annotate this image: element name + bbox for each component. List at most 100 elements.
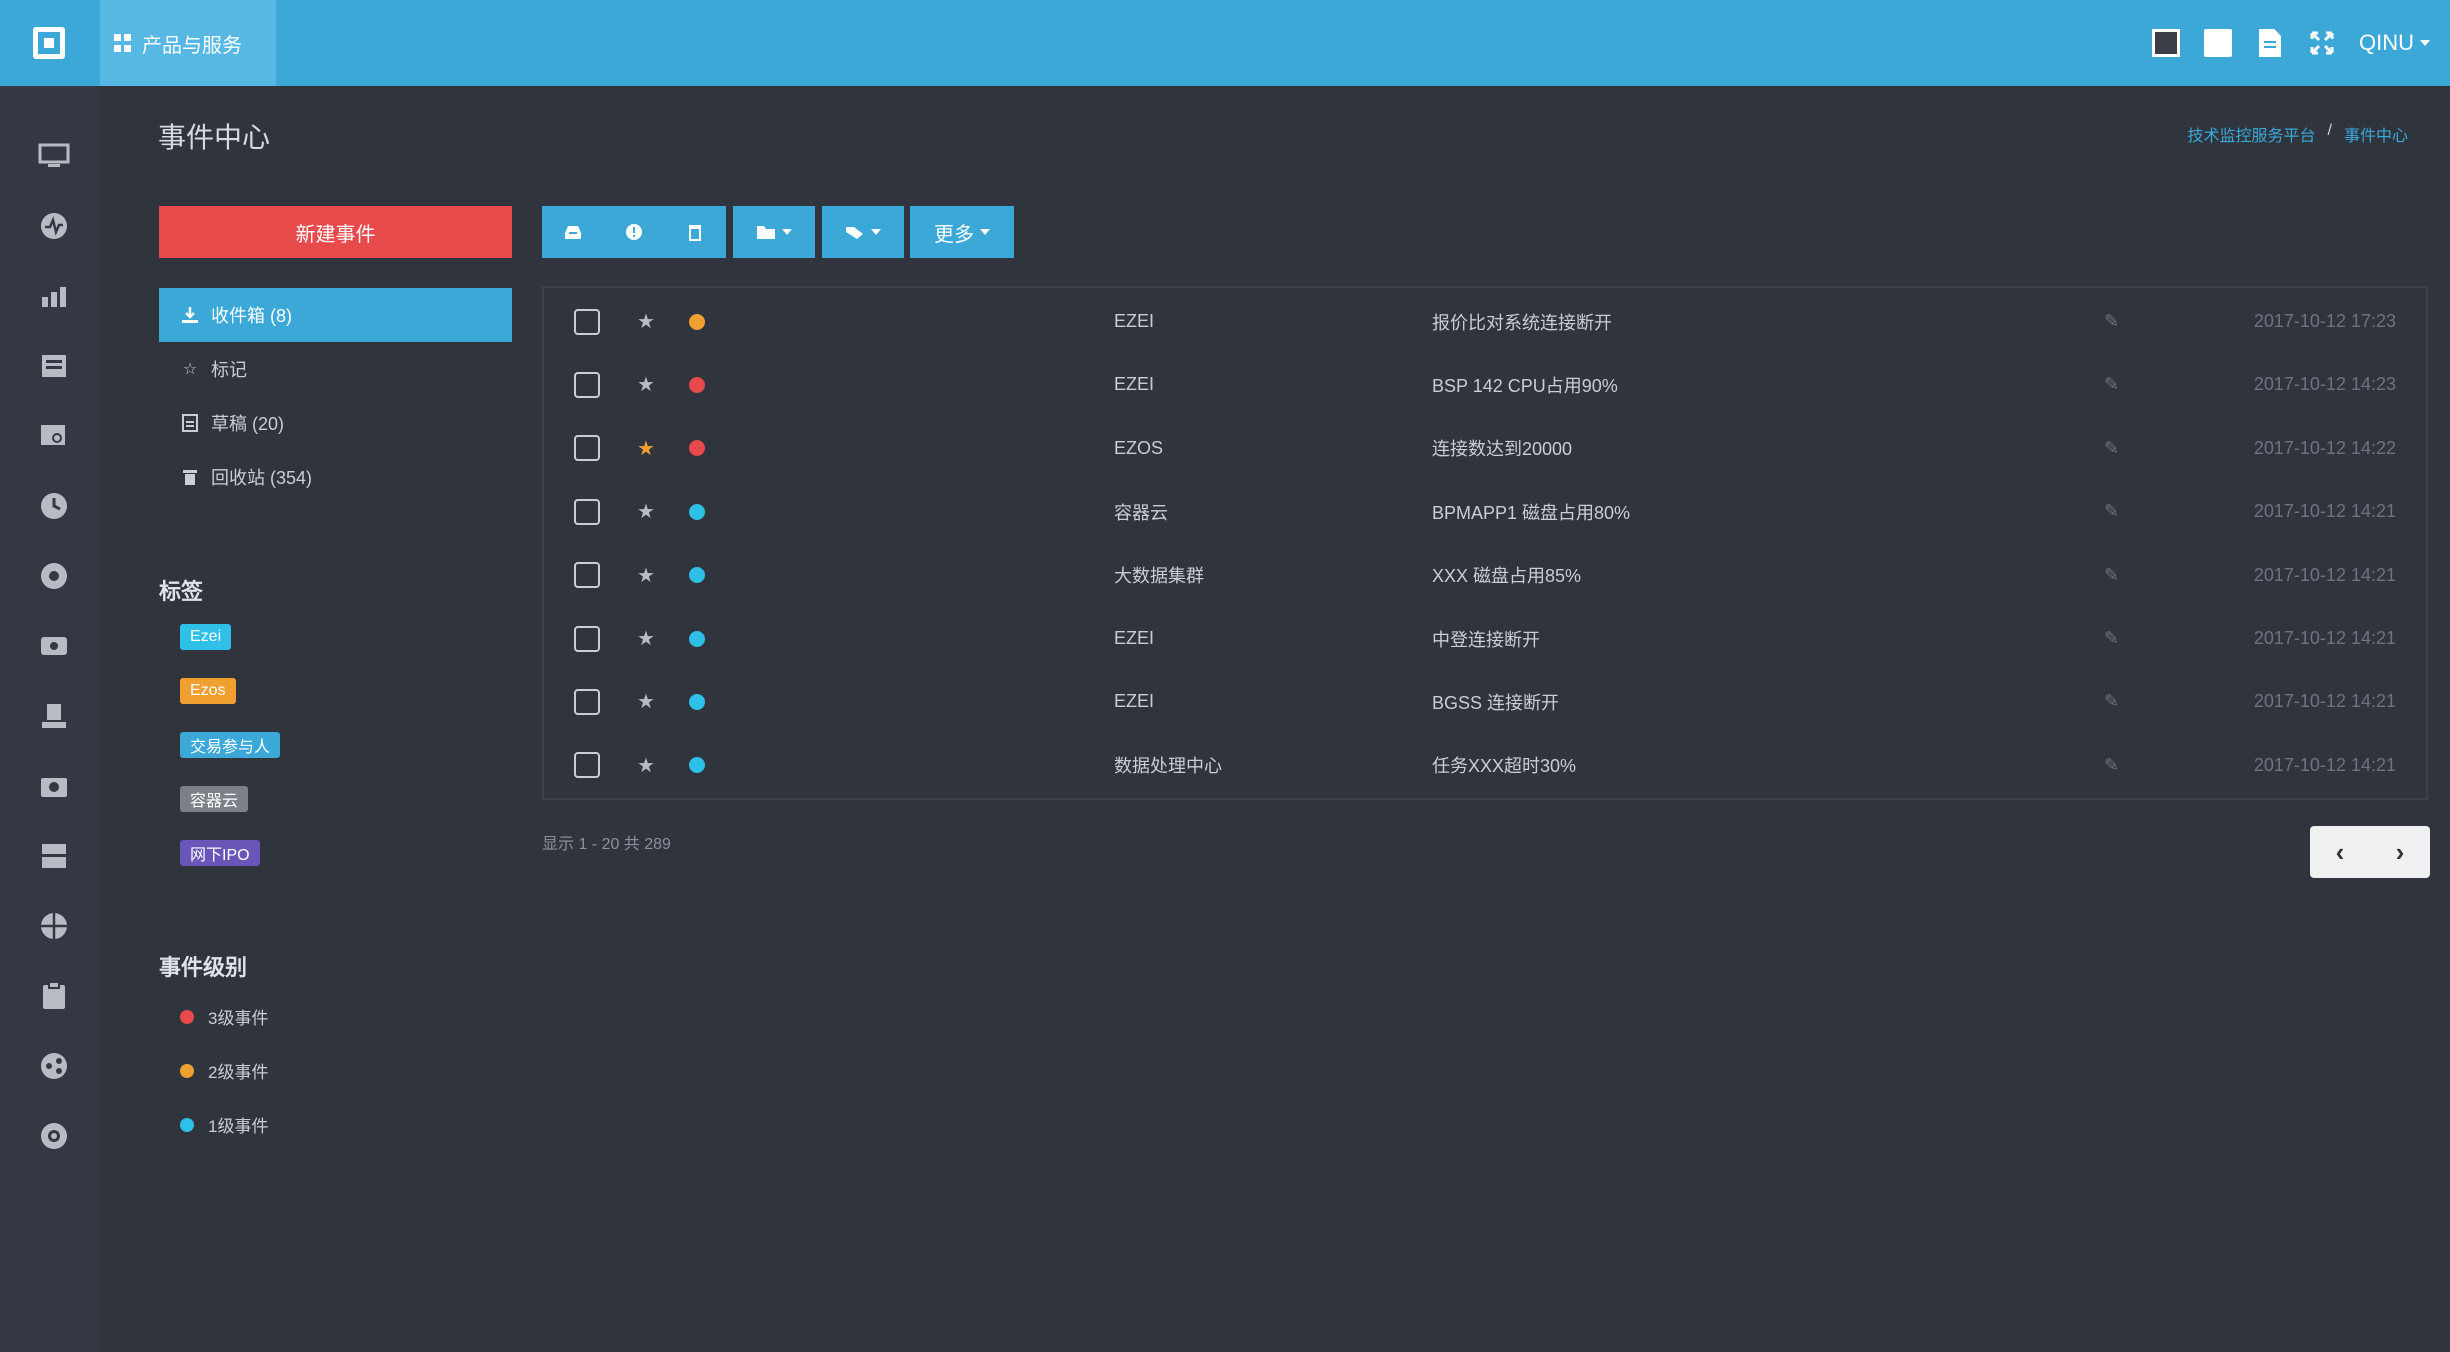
- breadcrumb-item[interactable]: 事件中心: [2344, 122, 2408, 146]
- table-row[interactable]: ★ EZEI 中登连接断开 ✎ 2017-10-12 14:21: [544, 607, 2426, 670]
- tag-container-cloud[interactable]: 容器云: [180, 786, 249, 812]
- event-subject[interactable]: 连接数达到20000: [1432, 435, 1572, 461]
- new-event-button[interactable]: 新建事件: [159, 206, 512, 258]
- row-checkbox[interactable]: [574, 752, 600, 779]
- tag-offline-ipo[interactable]: 网下IPO: [180, 840, 260, 866]
- list-icon[interactable]: [38, 352, 70, 380]
- star-icon[interactable]: ★: [637, 372, 655, 397]
- next-page-button[interactable]: ›: [2370, 826, 2430, 878]
- row-checkbox[interactable]: [574, 625, 600, 652]
- draft-icon: [181, 414, 199, 432]
- monitor-icon[interactable]: [38, 142, 70, 170]
- folder-label: 回收站 (354): [211, 468, 313, 488]
- row-checkbox[interactable]: [574, 435, 600, 462]
- severity-dot: [689, 440, 705, 457]
- table-row[interactable]: ★ EZOS 连接数达到20000 ✎ 2017-10-12 14:22: [544, 417, 2426, 480]
- globe-icon[interactable]: [38, 912, 70, 940]
- event-subject[interactable]: 报价比对系统连接断开: [1432, 309, 1612, 335]
- top-navbar: 产品与服务 QINU: [0, 0, 2450, 86]
- server-icon[interactable]: [38, 702, 70, 730]
- logo[interactable]: [0, 0, 98, 86]
- folder-drafts[interactable]: 草稿 (20): [159, 396, 512, 450]
- table-row[interactable]: ★ 大数据集群 XXX 磁盘占用85% ✎ 2017-10-12 14:21: [544, 544, 2426, 607]
- event-subject[interactable]: 任务XXX超时30%: [1432, 752, 1576, 778]
- star-icon[interactable]: ★: [637, 309, 655, 334]
- event-source: EZEI: [1114, 628, 1155, 648]
- document-icon[interactable]: [2255, 28, 2285, 58]
- level-2-item[interactable]: 2级事件: [180, 1058, 268, 1083]
- support-icon[interactable]: [38, 1122, 70, 1150]
- event-subject[interactable]: 中登连接断开: [1432, 626, 1540, 652]
- table-row[interactable]: ★ 数据处理中心 任务XXX超时30% ✎ 2017-10-12 14:21: [544, 734, 2426, 797]
- clipboard-icon[interactable]: [38, 981, 70, 1010]
- tag-ezei[interactable]: Ezei: [180, 624, 232, 650]
- event-subject[interactable]: BGSS 连接断开: [1432, 689, 1559, 715]
- event-time: 2017-10-12 14:21: [2253, 628, 2396, 648]
- row-checkbox[interactable]: [574, 562, 600, 589]
- event-source: 容器云: [1114, 502, 1168, 523]
- level-label: 1级事件: [208, 1117, 269, 1136]
- folder-trash[interactable]: 回收站 (354): [159, 450, 512, 504]
- alert-button[interactable]: [603, 206, 664, 258]
- storage-icon[interactable]: [38, 632, 70, 660]
- event-source: EZOS: [1114, 437, 1164, 458]
- star-icon[interactable]: ★: [637, 689, 655, 714]
- user-menu[interactable]: QINU: [2359, 30, 2430, 56]
- action-button-group: [542, 206, 726, 258]
- prev-page-button[interactable]: ‹: [2310, 826, 2370, 878]
- database-icon[interactable]: [38, 842, 70, 870]
- star-icon[interactable]: ★: [637, 499, 655, 524]
- star-icon[interactable]: ★: [637, 563, 655, 588]
- chevron-right-icon: ›: [2395, 836, 2405, 867]
- trash-icon: [689, 225, 701, 241]
- more-actions-button[interactable]: 更多: [910, 206, 1014, 258]
- event-subject[interactable]: BSP 142 CPU占用90%: [1432, 372, 1618, 398]
- folder-label: 草稿 (20): [211, 414, 285, 434]
- clock-icon[interactable]: [38, 492, 70, 520]
- row-checkbox[interactable]: [574, 308, 600, 335]
- table-row[interactable]: ★ EZEI BSP 142 CPU占用90% ✎ 2017-10-12 14:23: [544, 353, 2426, 416]
- star-icon[interactable]: ★: [637, 626, 655, 651]
- tag-ezos[interactable]: Ezos: [180, 678, 236, 704]
- level-label: 3级事件: [208, 1009, 269, 1028]
- table-row[interactable]: ★ 容器云 BPMAPP1 磁盘占用80% ✎ 2017-10-12 14:21: [544, 480, 2426, 543]
- tag-button[interactable]: [822, 206, 904, 258]
- pagination-info: 显示 1 - 20 共 289: [542, 836, 671, 853]
- breadcrumb-item[interactable]: 技术监控服务平台: [2188, 122, 2316, 146]
- folder-starred[interactable]: ☆ 标记: [159, 342, 512, 396]
- share-icon[interactable]: [38, 1052, 70, 1080]
- attachment-icon: ✎: [2104, 691, 2120, 712]
- severity-dot: [689, 503, 705, 520]
- dashboard-icon[interactable]: [38, 212, 70, 240]
- severity-dot: [689, 567, 705, 584]
- delete-button[interactable]: [664, 206, 726, 258]
- table-row[interactable]: ★ EZEI 报价比对系统连接断开 ✎ 2017-10-12 17:23: [544, 290, 2426, 353]
- event-subject[interactable]: BPMAPP1 磁盘占用80%: [1432, 499, 1630, 525]
- severity-dot: [689, 376, 705, 393]
- level-1-item[interactable]: 1级事件: [180, 1112, 268, 1137]
- search-window-icon[interactable]: [38, 422, 70, 450]
- star-icon[interactable]: ★: [637, 753, 655, 778]
- tag-trading-participant[interactable]: 交易参与人: [180, 732, 281, 758]
- severity-dot: [689, 630, 705, 647]
- camera-icon[interactable]: [38, 772, 70, 800]
- row-checkbox[interactable]: [574, 688, 600, 715]
- folder-label: 标记: [211, 360, 247, 380]
- dark-theme-icon[interactable]: [2151, 28, 2181, 58]
- folder-inbox[interactable]: 收件箱 (8): [159, 288, 512, 342]
- row-checkbox[interactable]: [574, 498, 600, 525]
- inbox-tray-button[interactable]: [542, 206, 603, 258]
- event-subject[interactable]: XXX 磁盘占用85%: [1432, 562, 1581, 588]
- settings-icon[interactable]: [38, 562, 70, 590]
- chevron-down-icon: [782, 229, 792, 235]
- row-checkbox[interactable]: [574, 371, 600, 398]
- fullscreen-icon[interactable]: [2307, 28, 2337, 58]
- move-to-folder-button[interactable]: [733, 206, 815, 258]
- star-icon[interactable]: ★: [637, 436, 655, 461]
- light-theme-icon[interactable]: [2203, 28, 2233, 58]
- table-row[interactable]: ★ EZEI BGSS 连接断开 ✎ 2017-10-12 14:21: [544, 670, 2426, 733]
- bar-chart-icon[interactable]: [38, 282, 70, 310]
- folder-label: 收件箱 (8): [211, 306, 292, 326]
- level-3-item[interactable]: 3级事件: [180, 1004, 268, 1029]
- products-services-menu[interactable]: 产品与服务: [100, 0, 276, 86]
